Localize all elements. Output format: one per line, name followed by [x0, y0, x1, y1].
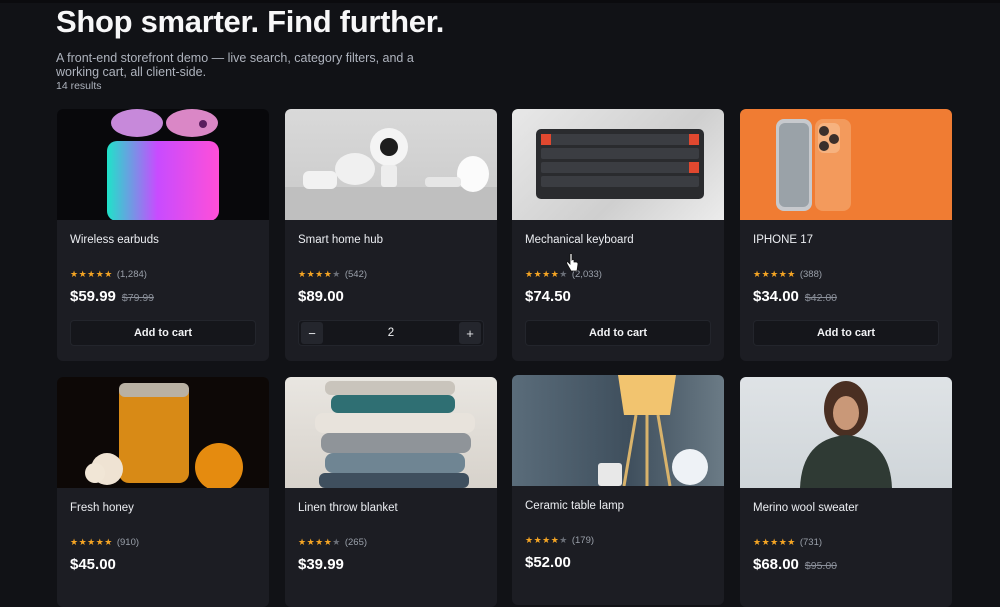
product-price: $59.99: [70, 288, 116, 305]
quantity-stepper[interactable]: − 2 +: [298, 320, 484, 346]
review-count: (910): [116, 537, 140, 548]
product-name[interactable]: Mechanical keyboard: [525, 234, 634, 246]
add-to-cart-button[interactable]: Add to cart: [525, 320, 711, 346]
star-icon: ★★★★★: [70, 269, 113, 279]
product-image-keyboard[interactable]: [512, 109, 724, 220]
product-rating: ★★★★★ (731): [753, 537, 822, 548]
price-row: $68.00 $95.00: [753, 556, 837, 573]
star-icon: ★★★★★: [298, 537, 341, 547]
product-price: $34.00: [753, 288, 799, 305]
price-row: $52.00: [525, 554, 571, 571]
star-icon: ★★★★★: [298, 269, 341, 279]
minus-icon[interactable]: −: [301, 322, 323, 344]
product-rating: ★★★★★ (265): [298, 537, 367, 548]
review-count: (388): [799, 269, 823, 280]
product-name[interactable]: Ceramic table lamp: [525, 500, 624, 512]
price-row: $74.50: [525, 288, 571, 305]
plus-icon[interactable]: +: [459, 322, 481, 344]
product-card[interactable]: Fresh honey ★★★★★ (910) $45.00: [57, 377, 269, 607]
product-rating: ★★★★★ (910): [70, 537, 139, 548]
product-image-blanket[interactable]: [285, 377, 497, 488]
product-rating: ★★★★★ (179): [525, 535, 594, 546]
product-name[interactable]: Smart home hub: [298, 234, 383, 246]
product-card[interactable]: Merino wool sweater ★★★★★ (731) $68.00 $…: [740, 377, 952, 607]
product-price: $74.50: [525, 288, 571, 305]
add-to-cart-button[interactable]: Add to cart: [70, 320, 256, 346]
star-icon: ★★★★★: [70, 537, 113, 547]
product-price: $89.00: [298, 288, 344, 305]
product-image-smart-home-hub[interactable]: [285, 109, 497, 220]
page-title: Shop smarter. Find further.: [56, 4, 445, 39]
price-row: $89.00: [298, 288, 344, 305]
product-rating: ★★★★★ (1,284): [70, 269, 147, 280]
product-name[interactable]: Merino wool sweater: [753, 502, 858, 514]
price-row: $59.99 $79.99: [70, 288, 154, 305]
results-count: 14 results: [56, 80, 102, 92]
review-count: (1,284): [116, 269, 147, 280]
product-image-iphone[interactable]: [740, 109, 952, 220]
star-icon: ★★★★★: [525, 535, 568, 545]
product-rating: ★★★★★ (388): [753, 269, 822, 280]
price-row: $34.00 $42.00: [753, 288, 837, 305]
star-icon: ★★★★★: [753, 269, 796, 279]
price-row: $39.99: [298, 556, 344, 573]
page-header: Shop smarter. Find further. A front-end …: [56, 2, 956, 92]
product-card[interactable]: IPHONE 17 ★★★★★ (388) $34.00 $42.00 Add …: [740, 109, 952, 361]
pointer-cursor-icon: [566, 253, 579, 272]
product-price: $68.00: [753, 556, 799, 573]
product-card[interactable]: Mechanical keyboard ★★★★★ (2,033) $74.50…: [512, 109, 724, 361]
product-name[interactable]: Linen throw blanket: [298, 502, 398, 514]
review-count: (265): [344, 537, 368, 548]
add-to-cart-button[interactable]: Add to cart: [753, 320, 939, 346]
quantity-value: 2: [387, 327, 395, 339]
product-card[interactable]: Ceramic table lamp ★★★★★ (179) $52.00: [512, 375, 724, 605]
product-price: $52.00: [525, 554, 571, 571]
star-icon: ★★★★★: [525, 269, 568, 279]
product-card[interactable]: Wireless earbuds ★★★★★ (1,284) $59.99 $7…: [57, 109, 269, 361]
page-subtitle: A front-end storefront demo — live searc…: [56, 51, 414, 79]
product-old-price: $95.00: [804, 560, 838, 572]
product-image-honey[interactable]: [57, 377, 269, 488]
review-count: (179): [571, 535, 595, 546]
product-rating: ★★★★★ (2,033): [525, 269, 602, 280]
product-card[interactable]: Smart home hub ★★★★★ (542) $89.00 − 2 +: [285, 109, 497, 361]
product-image-earbuds[interactable]: [57, 109, 269, 220]
star-icon: ★★★★★: [753, 537, 796, 547]
review-count: (731): [799, 537, 823, 548]
product-old-price: $42.00: [804, 292, 838, 304]
product-rating: ★★★★★ (542): [298, 269, 367, 280]
product-price: $45.00: [70, 556, 116, 573]
product-image-sweater[interactable]: [740, 377, 952, 488]
price-row: $45.00: [70, 556, 116, 573]
product-image-lamp[interactable]: [512, 375, 724, 486]
product-name[interactable]: Wireless earbuds: [70, 234, 159, 246]
product-name[interactable]: IPHONE 17: [753, 234, 813, 246]
product-price: $39.99: [298, 556, 344, 573]
review-count: (542): [344, 269, 368, 280]
product-old-price: $79.99: [121, 292, 155, 304]
product-card[interactable]: Linen throw blanket ★★★★★ (265) $39.99: [285, 377, 497, 607]
product-name[interactable]: Fresh honey: [70, 502, 134, 514]
